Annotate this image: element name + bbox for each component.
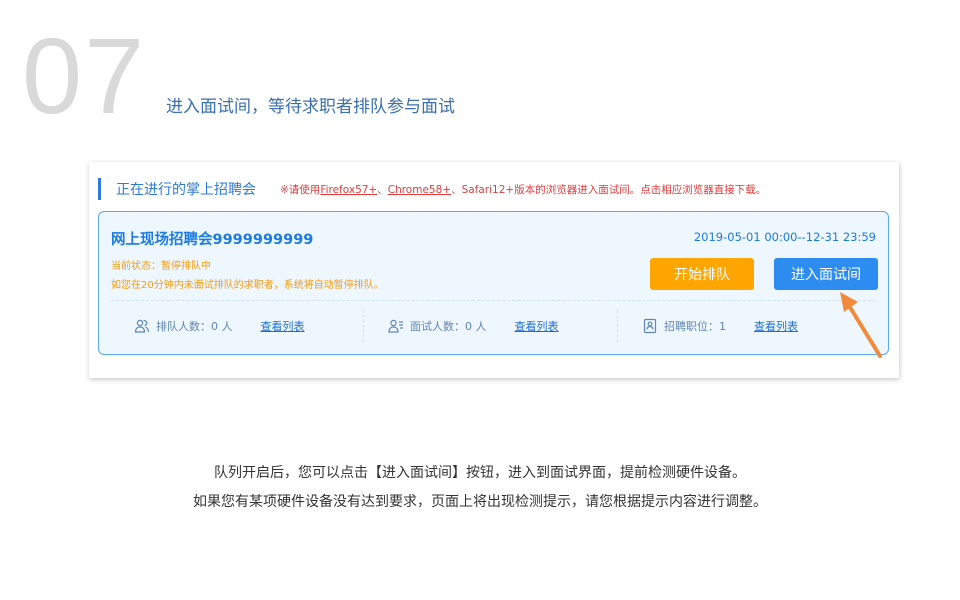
caption-line-2: 如果您有某项硬件设备没有达到要求，页面上将出现检测提示，请您根据提示内容进行调整…: [193, 494, 767, 510]
chrome-download-link[interactable]: Chrome58+: [388, 184, 451, 196]
job-fair-panel: 正在进行的掌上招聘会 ※请使用Firefox57+、Chrome58+、Safa…: [89, 162, 899, 378]
panel-header: 正在进行的掌上招聘会 ※请使用Firefox57+、Chrome58+、Safa…: [98, 178, 891, 200]
caption-line-1: 队列开启后，您可以点击【进入面试间】按钮，进入到面试界面，提前检测硬件设备。: [214, 465, 746, 481]
positions-view-list-link[interactable]: 查看列表: [754, 318, 798, 334]
firefox-download-link[interactable]: Firefox57+: [320, 184, 377, 196]
positions-stat: 招聘职位：1 查看列表: [642, 318, 798, 334]
interview-count-stat: 面试人数：0 人 查看列表: [388, 318, 559, 334]
interview-view-list-link[interactable]: 查看列表: [515, 318, 559, 334]
pointer-arrow-icon: [840, 292, 882, 358]
interview-count-label: 面试人数：0 人: [410, 320, 487, 333]
job-fair-name: 网上现场招聘会9999999999: [111, 232, 314, 248]
job-fair-card: 网上现场招聘会9999999999 2019-05-01 00:00--12-3…: [98, 211, 889, 355]
queue-view-list-link[interactable]: 查看列表: [261, 318, 305, 334]
job-fair-date: 2019-05-01 00:00--12-31 23:59: [693, 230, 876, 244]
start-queue-button[interactable]: 开始排队: [650, 258, 754, 290]
queue-count-label: 排队人数：0 人: [156, 320, 233, 333]
enter-interview-room-button[interactable]: 进入面试间: [774, 258, 878, 290]
people-icon: [134, 318, 150, 334]
notice-rest: 、Safari12+版本的浏览器进入面试间。点击相应浏览器直接下载。: [451, 183, 767, 196]
queue-warning: 如您在20分钟内未面试排队的求职者，系统将自动暂停排队。: [111, 280, 384, 291]
step-title: 进入面试间，等待求职者排队参与面试: [166, 97, 455, 117]
notice-prefix: ※请使用: [280, 183, 321, 196]
stat-divider: [363, 310, 364, 342]
stat-divider: [617, 310, 618, 342]
panel-title: 正在进行的掌上招聘会: [116, 182, 256, 198]
person-list-icon: [388, 318, 404, 334]
document-icon: [642, 318, 658, 334]
card-divider: [111, 300, 876, 301]
positions-label: 招聘职位：1: [664, 320, 726, 333]
queue-count-stat: 排队人数：0 人 查看列表: [134, 318, 305, 334]
notice-separator: 、: [377, 183, 388, 196]
browser-notice: ※请使用Firefox57+、Chrome58+、Safari12+版本的浏览器…: [280, 182, 766, 197]
step-number: 07: [22, 15, 147, 136]
queue-status: 当前状态：暂停排队中: [111, 261, 211, 272]
